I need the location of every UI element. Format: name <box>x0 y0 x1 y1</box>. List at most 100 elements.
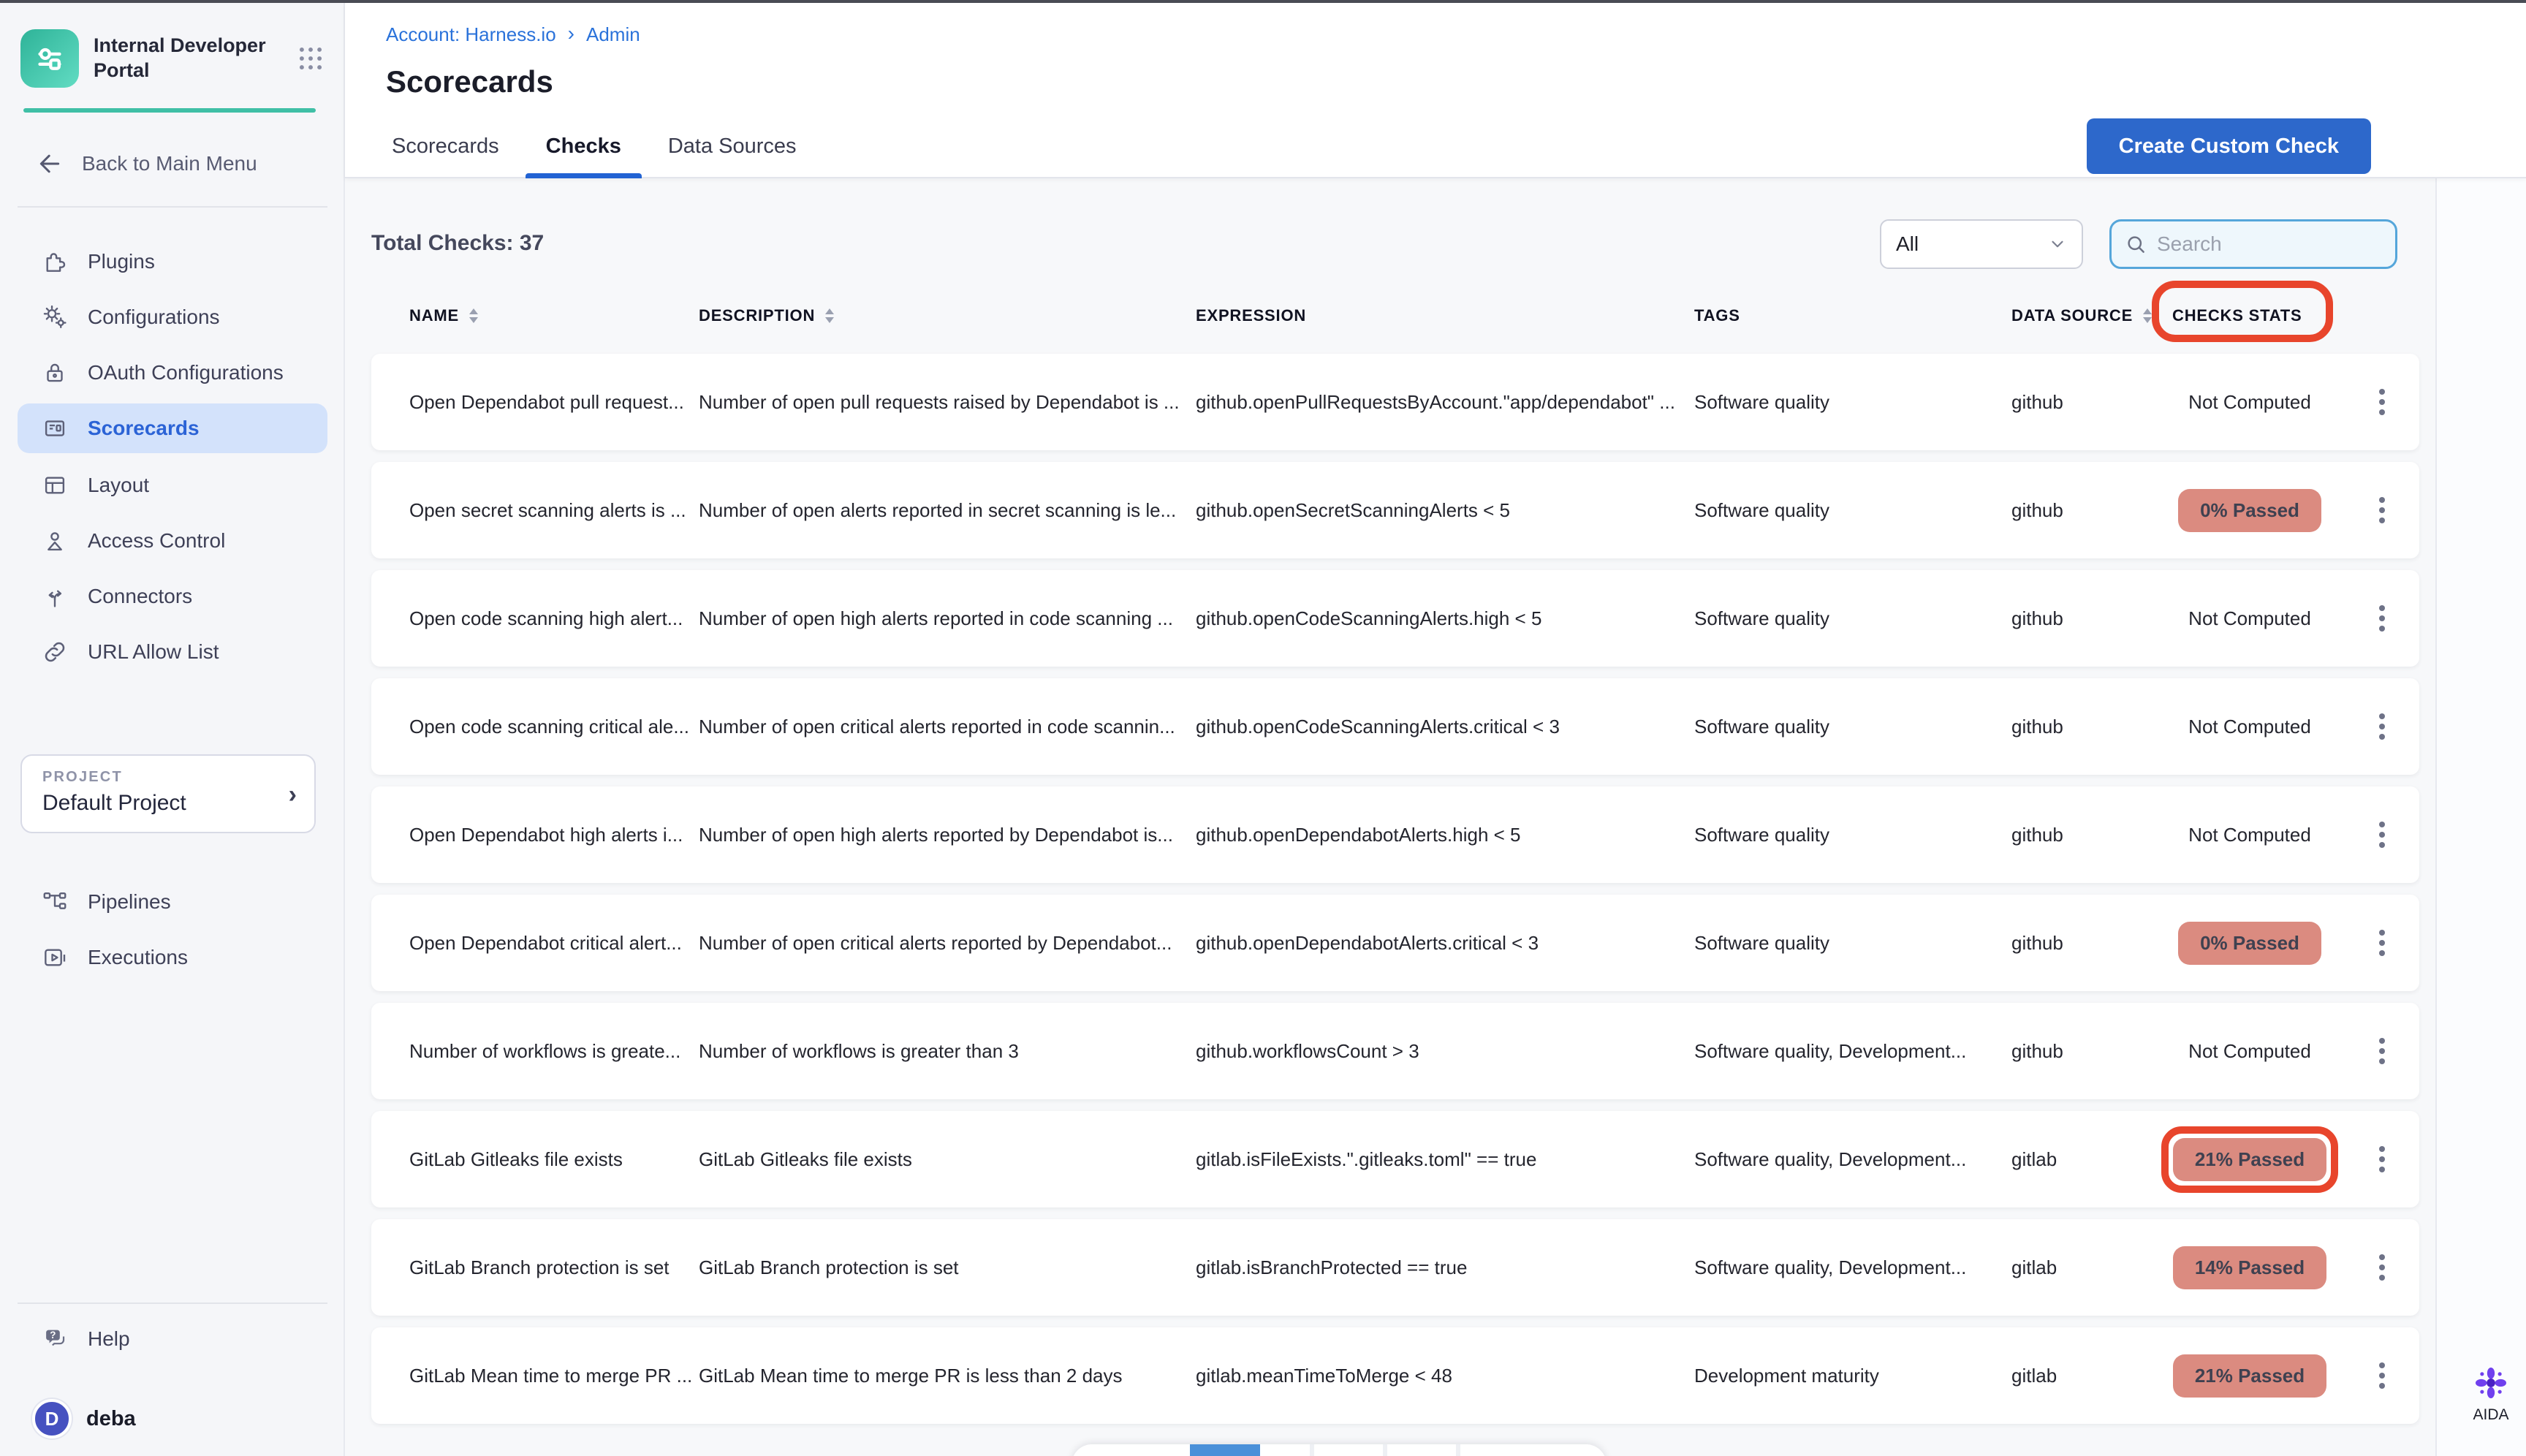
sidebar-item-label: Scorecards <box>88 417 200 440</box>
check-expression: github.openCodeScanningAlerts.critical <… <box>1196 716 1694 738</box>
sort-icon[interactable] <box>2142 307 2153 325</box>
check-stats: 0% Passed <box>2155 489 2345 532</box>
connectors-icon <box>41 583 69 610</box>
row-menu-kebab-icon[interactable] <box>2373 1140 2391 1178</box>
check-name: GitLab Gitleaks file exists <box>371 1148 699 1171</box>
sort-icon[interactable] <box>468 307 479 325</box>
table-row[interactable]: Open code scanning critical ale... Numbe… <box>371 678 2419 775</box>
app-title: Internal Developer Portal <box>94 34 266 83</box>
check-name: Open code scanning high alert... <box>371 607 699 630</box>
check-expression: gitlab.isBranchProtected == true <box>1196 1256 1694 1279</box>
check-description: GitLab Mean time to merge PR is less tha… <box>699 1365 1196 1387</box>
sidebar-item-oauth-configurations[interactable]: OAuth Configurations <box>18 348 327 398</box>
check-description: Number of open alerts reported in secret… <box>699 499 1196 522</box>
row-menu-kebab-icon[interactable] <box>2373 383 2391 421</box>
row-menu-kebab-icon[interactable] <box>2373 708 2391 746</box>
sidebar-item-plugins[interactable]: Plugins <box>18 237 327 287</box>
table-row[interactable]: Number of workflows is greate... Number … <box>371 1003 2419 1099</box>
row-menu-kebab-icon[interactable] <box>2373 599 2391 637</box>
sidebar-item-connectors[interactable]: Connectors <box>18 572 327 621</box>
table-row[interactable]: GitLab Gitleaks file exists GitLab Gitle… <box>371 1111 2419 1207</box>
create-custom-check-button[interactable]: Create Custom Check <box>2087 118 2371 174</box>
check-tags: Software quality <box>1694 499 1994 522</box>
table-row[interactable]: GitLab Branch protection is set GitLab B… <box>371 1219 2419 1316</box>
breadcrumb-account-link[interactable]: Account: Harness.io <box>386 23 556 46</box>
checks-table: Open Dependabot pull request... Number o… <box>371 354 2419 1436</box>
table-row[interactable]: Open Dependabot pull request... Number o… <box>371 354 2419 450</box>
help-chat-icon: ? <box>41 1325 69 1353</box>
check-name: Open Dependabot critical alert... <box>371 932 699 955</box>
link-icon <box>41 638 69 666</box>
svg-text:?: ? <box>50 1330 56 1341</box>
project-label: PROJECT <box>42 769 123 786</box>
table-row[interactable]: Open secret scanning alerts is ... Numbe… <box>371 462 2419 558</box>
sidebar-item-pipelines[interactable]: Pipelines <box>18 877 327 927</box>
row-menu-kebab-icon[interactable] <box>2373 1032 2391 1070</box>
check-name: Open secret scanning alerts is ... <box>371 499 699 522</box>
check-description: Number of open critical alerts reported … <box>699 716 1196 738</box>
aida-label: AIDA <box>2459 1406 2523 1424</box>
aida-assistant-button[interactable]: AIDA <box>2459 1362 2523 1424</box>
main-area: Account: Harness.io › Admin Scorecards S… <box>345 3 2526 1456</box>
user-menu[interactable]: D deba <box>32 1399 136 1438</box>
column-expression: EXPRESSION <box>1196 306 1306 325</box>
tab-checks[interactable]: Checks <box>523 114 645 178</box>
check-expression: github.openDependabotAlerts.high < 5 <box>1196 824 1694 846</box>
check-expression: github.openSecretScanningAlerts < 5 <box>1196 499 1694 522</box>
row-menu-kebab-icon[interactable] <box>2373 816 2391 854</box>
user-name: deba <box>86 1407 136 1431</box>
check-name: Open Dependabot pull request... <box>371 391 699 414</box>
table-row[interactable]: Open Dependabot high alerts i... Number … <box>371 786 2419 883</box>
table-row[interactable]: Open Dependabot critical alert... Number… <box>371 895 2419 991</box>
search-input[interactable] <box>2157 232 2362 256</box>
sidebar-item-label: Pipelines <box>88 890 171 914</box>
check-description: Number of open high alerts reported by D… <box>699 824 1196 846</box>
check-stats: Not Computed <box>2155 1040 2345 1063</box>
check-data-source: gitlab <box>1994 1148 2155 1171</box>
check-stats: Not Computed <box>2155 824 2345 846</box>
check-description: Number of open critical alerts reported … <box>699 932 1196 955</box>
check-expression: gitlab.meanTimeToMerge < 48 <box>1196 1365 1694 1387</box>
pagination-active-page[interactable] <box>1190 1444 1260 1456</box>
table-row[interactable]: GitLab Mean time to merge PR ... GitLab … <box>371 1327 2419 1424</box>
check-stats: Not Computed <box>2155 716 2345 738</box>
row-menu-kebab-icon[interactable] <box>2373 924 2391 962</box>
stats-badge: 21% Passed <box>2173 1138 2326 1181</box>
breadcrumb-admin-link[interactable]: Admin <box>586 23 640 46</box>
check-data-source: github <box>1994 932 2155 955</box>
project-name: Default Project <box>42 791 186 816</box>
sidebar-item-layout[interactable]: Layout <box>18 460 327 510</box>
stats-badge: 0% Passed <box>2178 489 2321 532</box>
person-icon <box>41 527 69 555</box>
sidebar-item-configurations[interactable]: Configurations <box>18 292 327 342</box>
sidebar-item-label: Plugins <box>88 250 155 273</box>
sidebar-item-access-control[interactable]: Access Control <box>18 516 327 566</box>
back-to-main-menu[interactable]: Back to Main Menu <box>35 149 257 178</box>
sidebar-item-scorecards[interactable]: Scorecards <box>18 403 327 453</box>
divider <box>18 206 327 208</box>
check-name: Open code scanning critical ale... <box>371 716 699 738</box>
project-selector[interactable]: PROJECT Default Project › <box>20 754 316 833</box>
tab-scorecards[interactable]: Scorecards <box>368 114 523 178</box>
app-window: Internal Developer Portal Back to Main M… <box>0 0 2526 1456</box>
filter-dropdown[interactable]: All <box>1880 219 2083 269</box>
row-menu-kebab-icon[interactable] <box>2373 1248 2391 1286</box>
check-stats: Not Computed <box>2155 391 2345 414</box>
table-row[interactable]: Open code scanning high alert... Number … <box>371 570 2419 667</box>
tab-data-sources[interactable]: Data Sources <box>645 114 820 178</box>
total-checks-count: Total Checks: 37 <box>371 231 544 256</box>
row-menu-kebab-icon[interactable] <box>2373 1357 2391 1395</box>
page-header: Account: Harness.io › Admin Scorecards S… <box>345 3 2526 178</box>
sidebar-item-help[interactable]: ? Help <box>18 1314 327 1364</box>
divider <box>1456 1444 1460 1456</box>
sidebar-item-executions[interactable]: Executions <box>18 933 327 982</box>
sort-icon[interactable] <box>824 307 835 325</box>
check-description: GitLab Gitleaks file exists <box>699 1148 1196 1171</box>
row-menu-kebab-icon[interactable] <box>2373 491 2391 529</box>
app-switcher-grid-icon[interactable] <box>297 45 325 72</box>
filter-value: All <box>1896 232 1919 256</box>
gears-icon <box>41 303 69 331</box>
sidebar-item-url-allow-list[interactable]: URL Allow List <box>18 627 327 677</box>
check-description: Number of workflows is greater than 3 <box>699 1040 1196 1063</box>
idp-logo <box>20 29 79 88</box>
